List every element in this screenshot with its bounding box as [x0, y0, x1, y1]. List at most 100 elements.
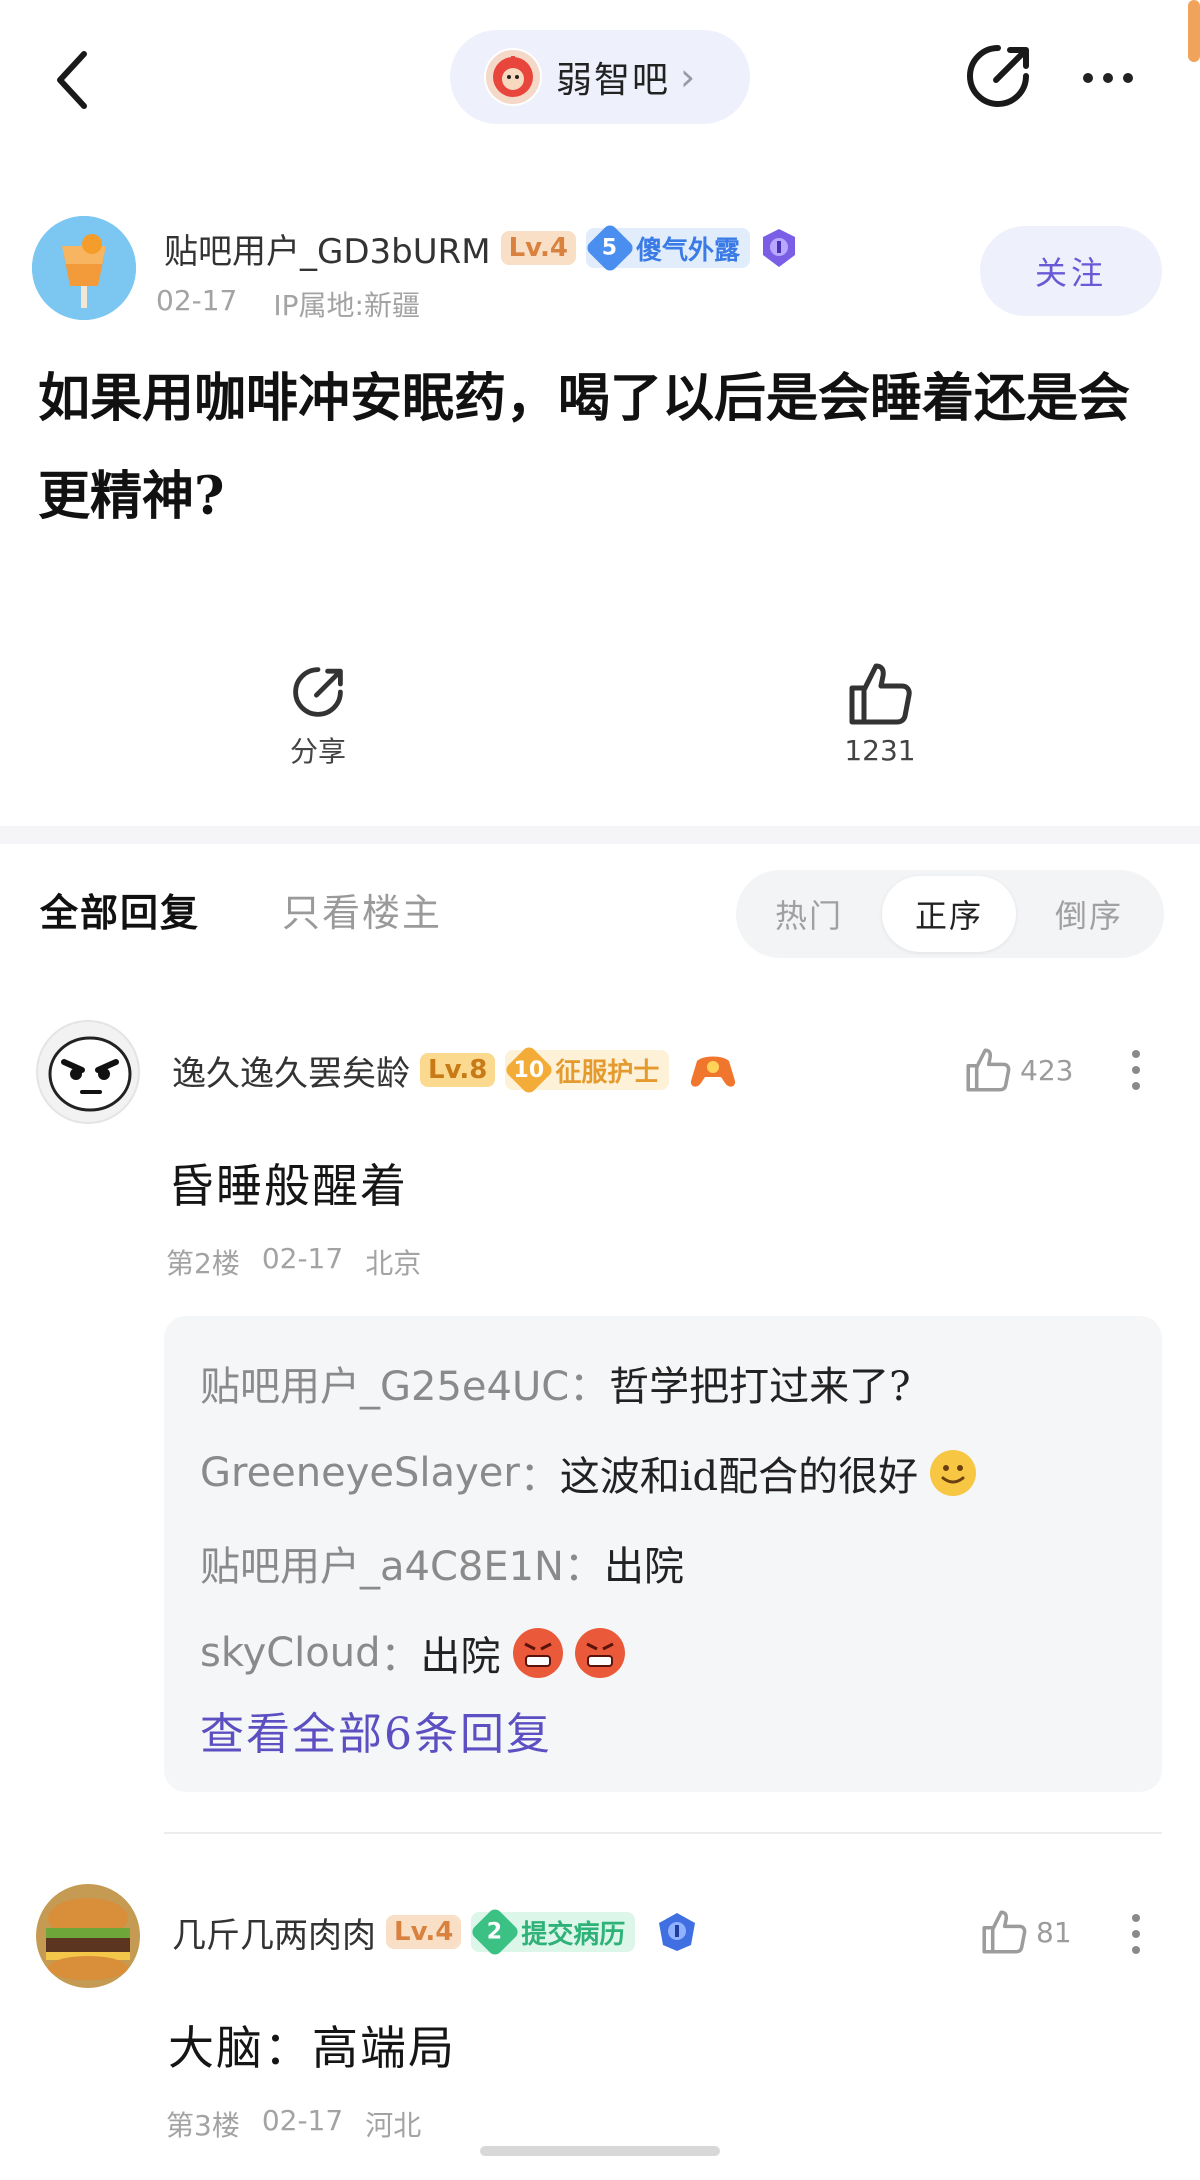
sub-reply-user[interactable]: 贴吧用户_a4C8E1N	[200, 1534, 564, 1592]
author-row: 贴吧用户_GD3bURM Lv.4 5 傻气外露	[164, 222, 798, 274]
chevron-right-icon: ›	[680, 55, 696, 99]
sub-reply-sep: ：	[563, 1544, 604, 1590]
reply-meta: 第2楼 02-17 北京	[166, 1242, 421, 1282]
forum-name: 弱智吧	[556, 60, 671, 101]
like-action[interactable]: 1231	[800, 660, 960, 767]
sub-reply[interactable]: 贴吧用户_a4C8E1N： 出院	[200, 1534, 684, 1592]
share-icon	[293, 667, 343, 717]
teletubby-icon	[493, 56, 533, 97]
sub-reply-text: 哲学把打过来了?	[609, 1364, 911, 1410]
sort-hot[interactable]: 热门	[742, 876, 876, 952]
title-badge: 2 提交病历	[469, 1906, 636, 1958]
sort-descending[interactable]: 倒序	[1022, 876, 1156, 952]
more-dot	[1132, 1066, 1140, 1074]
level-badge: Lv.4	[386, 1915, 462, 1949]
reply-avatar[interactable]	[36, 1884, 140, 1988]
tab-op-only[interactable]: 只看楼主	[282, 882, 442, 937]
reply-like-button[interactable]: 81	[980, 1908, 1072, 1956]
badge-diamond: 5	[584, 222, 636, 274]
follow-button[interactable]: 关注	[980, 226, 1162, 316]
reply-content: 大脑：高端局	[168, 2021, 456, 2075]
more-dot	[1132, 1050, 1140, 1058]
tab-all-replies[interactable]: 全部回复	[40, 882, 200, 937]
game-controller-icon	[691, 1056, 736, 1087]
post-ip: IP属地:新疆	[273, 289, 420, 322]
share-action[interactable]: 分享	[238, 660, 398, 770]
more-dot	[1123, 73, 1133, 83]
smile-emoji-icon	[930, 1450, 977, 1496]
sub-reply-user[interactable]: skyCloud	[200, 1630, 381, 1676]
badge-diamond: 10	[503, 1044, 555, 1096]
badge-label: 傻气外露	[635, 235, 740, 266]
more-menu-button[interactable]	[1068, 40, 1148, 116]
back-button[interactable]	[40, 40, 104, 120]
badge-diamond: 2	[469, 1906, 521, 1958]
thumbs-up-icon	[966, 1048, 1011, 1092]
sub-reply-sep: ：	[569, 1364, 610, 1410]
sub-reply[interactable]: 贴吧用户_G25e4UC： 哲学把打过来了?	[200, 1354, 911, 1412]
more-dot	[1132, 1930, 1140, 1938]
author-username[interactable]: 贴吧用户_GD3bURM	[164, 224, 491, 273]
reply-author-row: 逸久逸久罢矣龄 Lv.8 10 征服护士	[172, 1044, 737, 1096]
reply-floor: 第3楼	[166, 2109, 240, 2142]
like-count: 1231	[844, 734, 916, 767]
medal-icon	[659, 1913, 696, 1951]
title-badge: 5 傻气外露	[584, 222, 750, 274]
reply-more-button[interactable]	[1116, 1040, 1156, 1100]
share-icon	[967, 45, 1029, 107]
author-avatar[interactable]	[32, 216, 136, 320]
thumbs-up-icon	[849, 663, 912, 725]
chevron-left-icon	[57, 51, 87, 109]
angry-emoji-icon	[512, 1628, 563, 1678]
reply-username[interactable]: 几斤几两肉肉	[172, 1908, 376, 1957]
sub-reply-text: 出院	[603, 1544, 684, 1590]
reply-location: 河北	[365, 2109, 422, 2142]
reply-username[interactable]: 逸久逸久罢矣龄	[172, 1046, 410, 1095]
badge-label: 提交病历	[521, 1919, 626, 1950]
section-divider	[0, 826, 1200, 844]
share-button-top[interactable]	[958, 36, 1038, 116]
angry-face-icon	[48, 1036, 132, 1112]
reply-divider	[164, 1832, 1162, 1834]
view-all-replies-link[interactable]: 查看全部6条回复	[200, 1698, 552, 1762]
post-date: 02-17	[156, 284, 238, 317]
reply-like-count: 81	[1036, 1915, 1072, 1949]
sort-ascending[interactable]: 正序	[882, 876, 1016, 952]
sub-reply-user[interactable]: GreeneyeSlayer	[200, 1450, 520, 1496]
sub-reply-sep: ：	[519, 1454, 560, 1500]
reply-date: 02-17	[261, 1242, 344, 1275]
sub-reply[interactable]: skyCloud： 出院	[200, 1624, 625, 1682]
reply-content: 昏睡般醒着	[168, 1159, 408, 1213]
reply-like-button[interactable]: 423	[964, 1046, 1073, 1094]
medal-icon	[762, 229, 795, 267]
post-title: 如果用咖啡冲安眠药，喝了以后是会睡着还是会更精神?	[38, 368, 1131, 527]
more-dot	[1103, 73, 1113, 83]
sub-reply-text: 出院	[420, 1634, 501, 1680]
sub-reply-sep: ：	[380, 1634, 421, 1680]
home-indicator[interactable]	[480, 2146, 720, 2156]
sub-reply[interactable]: GreeneyeSlayer： 这波和id配合的很好	[200, 1444, 977, 1502]
sub-reply-user[interactable]: 贴吧用户_G25e4UC	[200, 1354, 569, 1412]
level-badge: Lv.8	[420, 1053, 496, 1087]
reply-like-count: 423	[1020, 1053, 1074, 1087]
reply-avatar[interactable]	[36, 1020, 140, 1124]
more-dot	[1132, 1914, 1140, 1922]
badge-label: 征服护士	[555, 1057, 660, 1088]
angry-emoji-icon	[574, 1628, 625, 1678]
title-badge: 10 征服护士	[503, 1044, 670, 1096]
more-dot	[1132, 1946, 1140, 1954]
reply-more-button[interactable]	[1116, 1904, 1156, 1964]
sub-replies-box[interactable]: 贴吧用户_G25e4UC： 哲学把打过来了? GreeneyeSlayer： 这…	[164, 1316, 1162, 1792]
forum-avatar	[484, 48, 542, 106]
scroll-indicator[interactable]	[1188, 0, 1200, 62]
more-dot	[1132, 1082, 1140, 1090]
level-badge: Lv.4	[500, 231, 576, 265]
more-dot	[1083, 73, 1093, 83]
post-meta: 02-17 IP属地:新疆	[156, 284, 420, 324]
reply-location: 北京	[365, 1247, 422, 1280]
thumbs-up-icon	[982, 1910, 1027, 1954]
reply-author-row: 几斤几两肉肉 Lv.4 2 提交病历	[172, 1906, 699, 1958]
forum-link[interactable]: 弱智吧 ›	[450, 30, 750, 124]
reply-floor: 第2楼	[166, 1247, 240, 1280]
burger-avatar-icon	[36, 1884, 140, 1988]
